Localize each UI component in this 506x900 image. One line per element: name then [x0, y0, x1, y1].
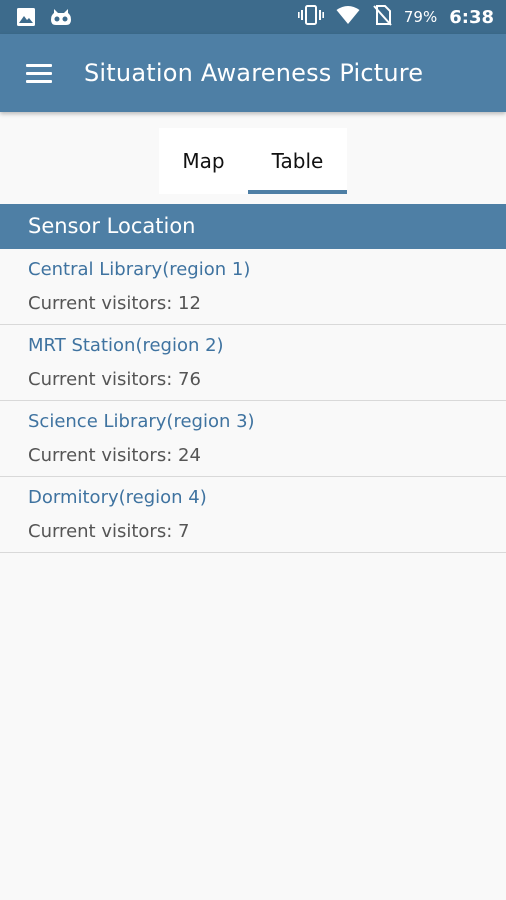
tab-map-label: Map	[182, 149, 225, 173]
section-header: Sensor Location	[0, 204, 506, 249]
status-bar-left	[16, 7, 72, 31]
location-title: MRT Station(region 2)	[28, 335, 224, 356]
visitor-count: Current visitors: 12	[28, 293, 201, 314]
app-notification-icon	[50, 7, 72, 31]
list-item[interactable]: Science Library(region 3) Current visito…	[0, 401, 506, 477]
location-title: Central Library(region 1)	[28, 259, 251, 280]
tab-table[interactable]: Table	[248, 128, 347, 194]
visitor-count: Current visitors: 76	[28, 369, 201, 390]
list-item[interactable]: Central Library(region 1) Current visito…	[0, 249, 506, 325]
list-item[interactable]: MRT Station(region 2) Current visitors: …	[0, 325, 506, 401]
visitor-count: Current visitors: 7	[28, 521, 190, 542]
app-bar: Situation Awareness Picture	[0, 34, 506, 112]
tab-map[interactable]: Map	[159, 128, 248, 194]
tab-table-label: Table	[271, 149, 324, 173]
status-bar: 79% 6:38	[0, 0, 506, 34]
sensor-location-list: Central Library(region 1) Current visito…	[0, 249, 506, 553]
clock: 6:38	[449, 6, 494, 28]
location-title: Dormitory(region 4)	[28, 487, 207, 508]
tab-bar: Map Table	[159, 128, 347, 194]
wifi-icon	[336, 5, 360, 29]
no-sim-icon	[372, 4, 392, 30]
vibrate-icon	[297, 4, 324, 30]
list-item[interactable]: Dormitory(region 4) Current visitors: 7	[0, 477, 506, 553]
location-title: Science Library(region 3)	[28, 411, 255, 432]
menu-button[interactable]	[20, 58, 58, 88]
status-bar-right: 79% 6:38	[297, 0, 494, 34]
visitor-count: Current visitors: 24	[28, 445, 201, 466]
battery-percentage: 79%	[403, 8, 438, 26]
page-title: Situation Awareness Picture	[84, 59, 424, 87]
tab-selected-indicator	[248, 190, 347, 194]
image-icon	[16, 7, 36, 31]
